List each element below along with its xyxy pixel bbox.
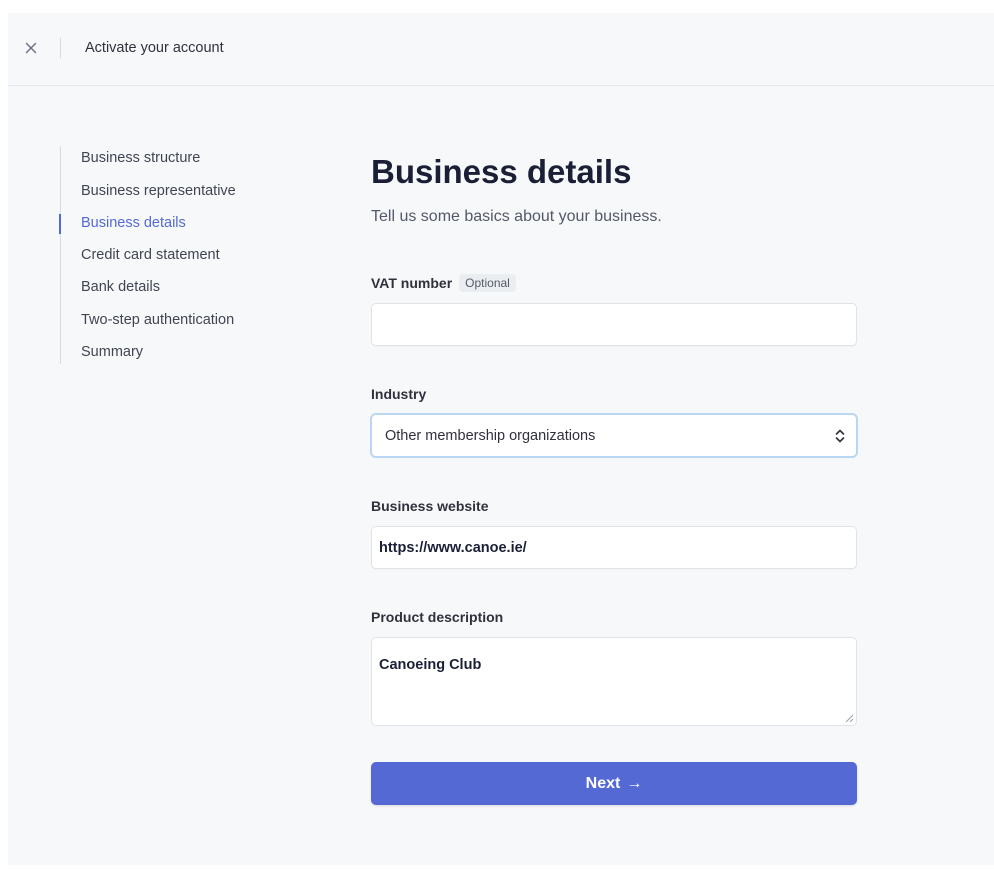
chevron-up-down-icon	[835, 429, 845, 443]
nav-item-credit-card-statement[interactable]: Credit card statement	[81, 245, 220, 265]
product-description-label: Product description	[371, 609, 504, 625]
next-button-label: Next	[585, 774, 621, 792]
industry-selected-value: Other membership organizations	[385, 428, 596, 444]
nav-item-business-details[interactable]: Business details	[81, 213, 186, 233]
close-button[interactable]	[20, 37, 42, 59]
active-step-indicator	[59, 214, 61, 234]
nav-item-business-structure[interactable]: Business structure	[81, 148, 200, 168]
nav-item-bank-details[interactable]: Bank details	[81, 277, 160, 297]
topbar-divider	[60, 38, 61, 58]
nav-item-two-step-authentication[interactable]: Two-step authentication	[81, 310, 234, 330]
step-navigation: Business structure Business representati…	[59, 146, 321, 364]
vat-label-text: VAT number	[371, 275, 453, 291]
business-website-value: https://www.canoe.ie/	[379, 540, 527, 556]
app-frame: Activate your account Business structure…	[8, 13, 994, 865]
industry-select[interactable]: Other membership organizations	[370, 413, 858, 458]
top-bar: Activate your account	[8, 13, 994, 86]
next-button[interactable]: Next →	[371, 762, 857, 805]
topbar-title: Activate your account	[85, 40, 224, 56]
product-description-value: Canoeing Club	[379, 657, 482, 673]
nav-item-business-representative[interactable]: Business representative	[81, 181, 236, 201]
optional-badge: Optional	[459, 274, 516, 292]
page-title: Business details	[371, 153, 632, 190]
page-subtitle: Tell us some basics about your business.	[371, 208, 662, 225]
resize-handle-icon[interactable]	[845, 714, 854, 723]
website-label: Business website	[371, 498, 489, 514]
vat-number-input[interactable]	[371, 303, 857, 346]
close-icon	[25, 42, 37, 54]
industry-label: Industry	[371, 386, 427, 402]
product-description-textarea[interactable]: Canoeing Club	[371, 637, 857, 726]
arrow-right-icon: →	[626, 774, 643, 792]
vat-label: VAT number Optional	[371, 273, 516, 293]
nav-item-summary[interactable]: Summary	[81, 342, 143, 362]
business-website-input[interactable]: https://www.canoe.ie/	[371, 526, 857, 569]
